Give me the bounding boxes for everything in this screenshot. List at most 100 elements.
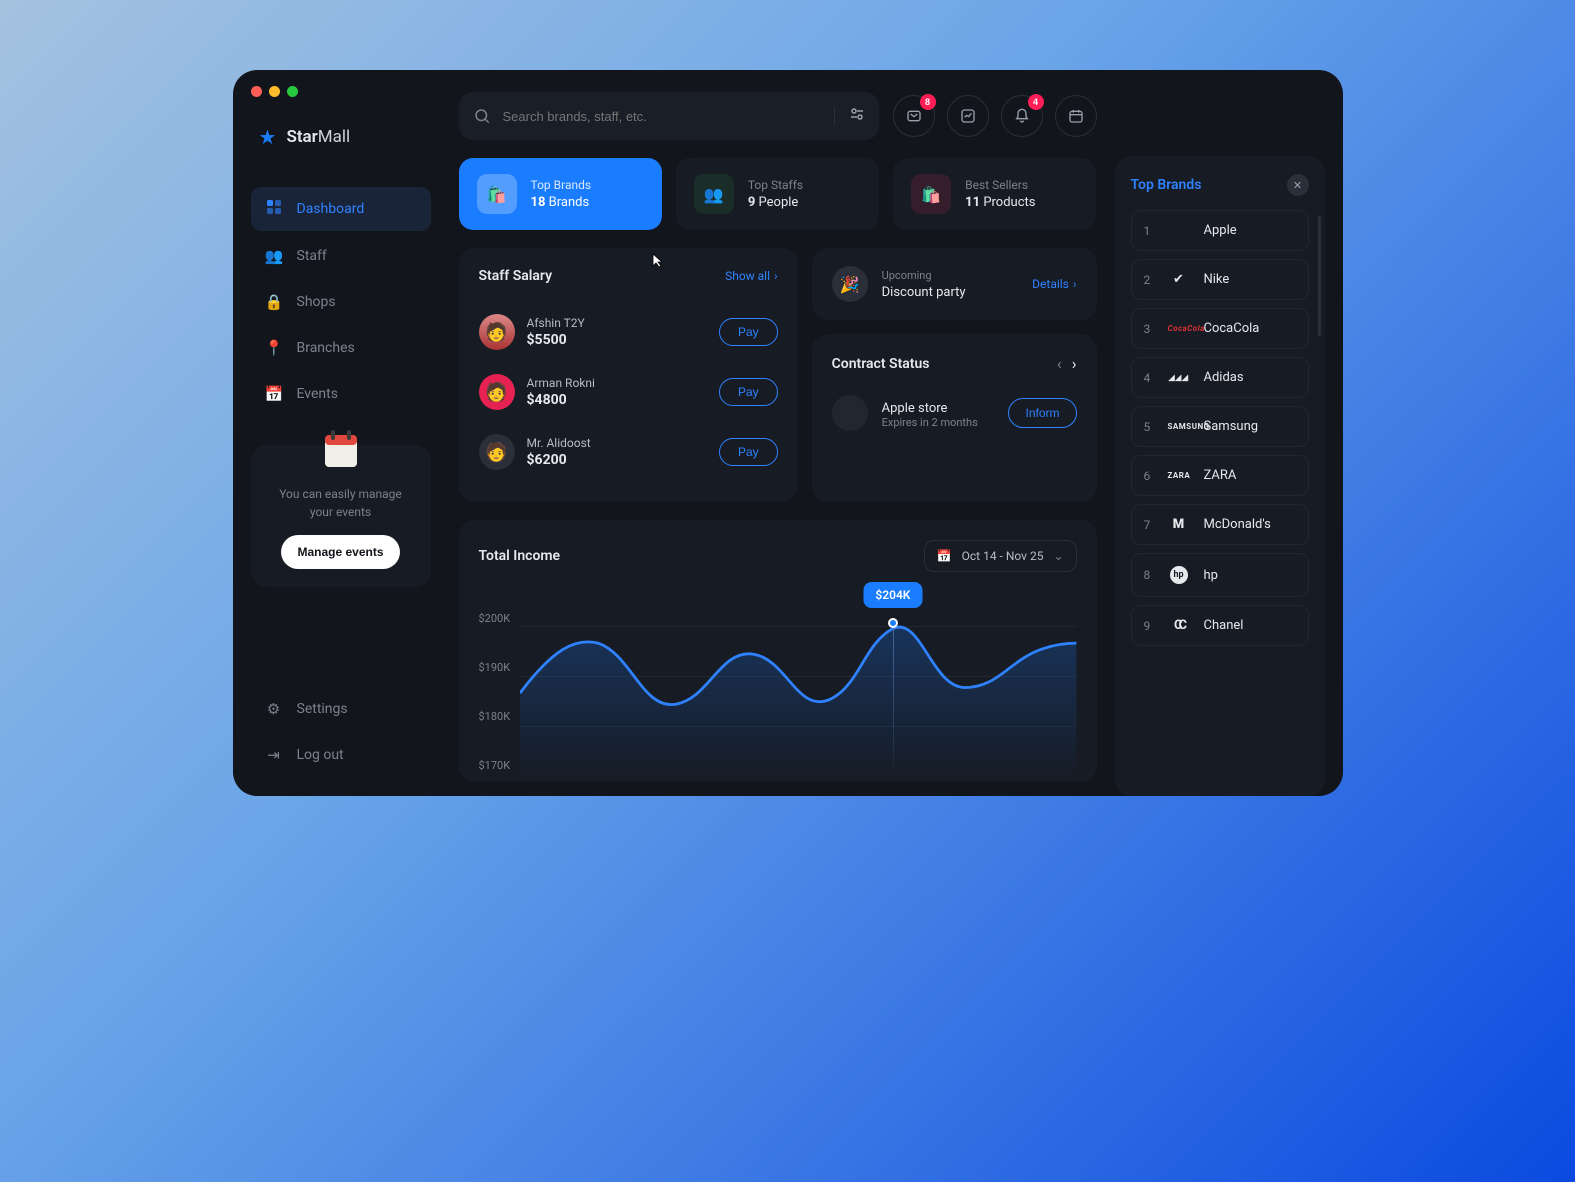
samsung-logo-icon: SAMSUNG [1168,422,1190,431]
mcdonalds-logo-icon: M [1168,517,1190,532]
stat-title: Top Staffs [748,178,803,192]
calendar-button[interactable] [1055,95,1097,137]
pay-button[interactable]: Pay [719,438,778,466]
brand-row-adidas[interactable]: 4 ◢◢◢ Adidas [1131,357,1309,398]
pay-button[interactable]: Pay [719,318,778,346]
sidebar-item-branches[interactable]: 📍 Branches [251,327,431,369]
brand-rank: 3 [1144,322,1154,336]
brand-rank: 2 [1144,273,1154,287]
date-range-picker[interactable]: 📅 Oct 14 - Nov 25 ⌄ [924,540,1077,572]
person-name: Afshin T2Y [527,316,585,330]
brand-name: hp [1204,568,1218,583]
adidas-logo-icon: ◢◢◢ [1168,373,1190,382]
brand-name: Adidas [1204,370,1244,385]
shopping-icon: 🛍️ [911,174,951,214]
chart-crosshair [893,618,894,782]
sidebar-item-logout[interactable]: ⇥ Log out [251,734,431,776]
person-salary: $4800 [527,392,595,408]
people-icon: 👥 [265,247,283,265]
sidebar-item-label: Settings [297,701,348,717]
bag-icon: 🛍️ [477,174,517,214]
stat-value: 11 Products [965,195,1035,210]
chart-title: Total Income [479,548,561,564]
brand-row-chanel[interactable]: 9 CC Chanel [1131,605,1309,646]
prev-contract-button[interactable]: ‹ [1057,354,1062,373]
zara-logo-icon: ZARA [1168,471,1190,480]
sidebar-item-label: Branches [297,340,355,356]
close-window-icon[interactable] [251,86,262,97]
calendar-icon: 📅 [265,385,283,403]
calendar-icon: 📅 [937,549,952,563]
close-panel-button[interactable]: ✕ [1287,174,1309,196]
next-contract-button[interactable]: › [1072,354,1077,373]
salary-row: 🧑 Afshin T2Y $5500 Pay [479,302,778,362]
contract-store: Apple store [882,401,978,416]
brand-row-mcdonalds[interactable]: 7 M McDonald's [1131,504,1309,545]
stat-title: Best Sellers [965,178,1035,192]
brand-row-apple[interactable]: 1 Apple [1131,210,1309,251]
app-name: StarMall [286,127,350,147]
sidebar-item-staff[interactable]: 👥 Staff [251,235,431,277]
brand-row-cocacola[interactable]: 3 CocaCola CocaCola [1131,308,1309,349]
sidebar-item-events[interactable]: 📅 Events [251,373,431,415]
event-details-link[interactable]: Details › [1032,277,1076,291]
chart-highlight-dot [888,618,898,628]
chart-y-axis: $200K $190K $180K $170K [479,582,521,782]
analytics-button[interactable] [947,95,989,137]
maximize-window-icon[interactable] [287,86,298,97]
filter-icon[interactable] [834,106,865,126]
stat-value: 9 People [748,195,803,210]
avatar: 🧑 [479,434,515,470]
scrollbar[interactable] [1318,216,1321,336]
inbox-badge: 8 [920,94,936,110]
chanel-logo-icon: CC [1168,618,1190,633]
event-subtitle: Upcoming [882,269,966,282]
apple-icon [832,395,868,431]
sidebar-item-dashboard[interactable]: Dashboard [251,187,431,231]
search-input[interactable] [491,109,834,124]
brand-row-hp[interactable]: 8 hp hp [1131,553,1309,597]
manage-events-button[interactable]: Manage events [281,535,399,569]
stat-card-top-staffs[interactable]: 👥 Top Staffs 9 People [676,158,879,230]
minimize-window-icon[interactable] [269,86,280,97]
person-salary: $5500 [527,332,585,348]
brand-name: Chanel [1204,618,1244,633]
grid-icon [265,199,283,219]
person-name: Mr. Alidoost [527,436,591,450]
sidebar-item-shops[interactable]: 🔒 Shops [251,281,431,323]
nike-logo-icon: ✔ [1168,272,1190,287]
brand-rank: 8 [1144,568,1154,582]
stat-card-best-sellers[interactable]: 🛍️ Best Sellers 11 Products [893,158,1096,230]
inbox-icon [906,108,922,124]
stat-card-top-brands[interactable]: 🛍️ Top Brands 18 Brands [459,158,662,230]
window-controls[interactable] [251,86,298,97]
search-icon [473,107,491,125]
chart-area: $204K [520,582,1076,782]
brand-row-zara[interactable]: 6 ZARA ZARA [1131,455,1309,496]
brand-rank: 5 [1144,420,1154,434]
brand-name: Nike [1204,272,1230,287]
person-name: Arman Rokni [527,376,595,390]
inform-button[interactable]: Inform [1008,398,1076,428]
panel-title: Contract Status [832,356,930,372]
search-bar[interactable] [459,92,879,140]
panel-title: Staff Salary [479,268,553,284]
brand-name: CocaCola [1204,321,1260,336]
sidebar-item-label: Shops [297,294,336,310]
chevron-down-icon: ⌄ [1053,549,1063,563]
party-icon: 🎉 [832,266,868,302]
brand-row-samsung[interactable]: 5 SAMSUNG Samsung [1131,406,1309,447]
sidebar-item-label: Events [297,386,338,402]
star-icon: ★ [259,125,277,149]
sidebar-item-settings[interactable]: ⚙ Settings [251,688,431,730]
brand-rank: 9 [1144,619,1154,633]
brands-title: Top Brands [1131,177,1202,193]
brand-rank: 1 [1144,224,1154,238]
pay-button[interactable]: Pay [719,378,778,406]
brand-row-nike[interactable]: 2 ✔ Nike [1131,259,1309,300]
show-all-link[interactable]: Show all › [725,269,778,283]
contract-expiry: Expires in 2 months [882,416,978,429]
inbox-button[interactable]: 8 [893,95,935,137]
notifications-button[interactable]: 4 [1001,95,1043,137]
date-range-label: Oct 14 - Nov 25 [962,549,1044,563]
